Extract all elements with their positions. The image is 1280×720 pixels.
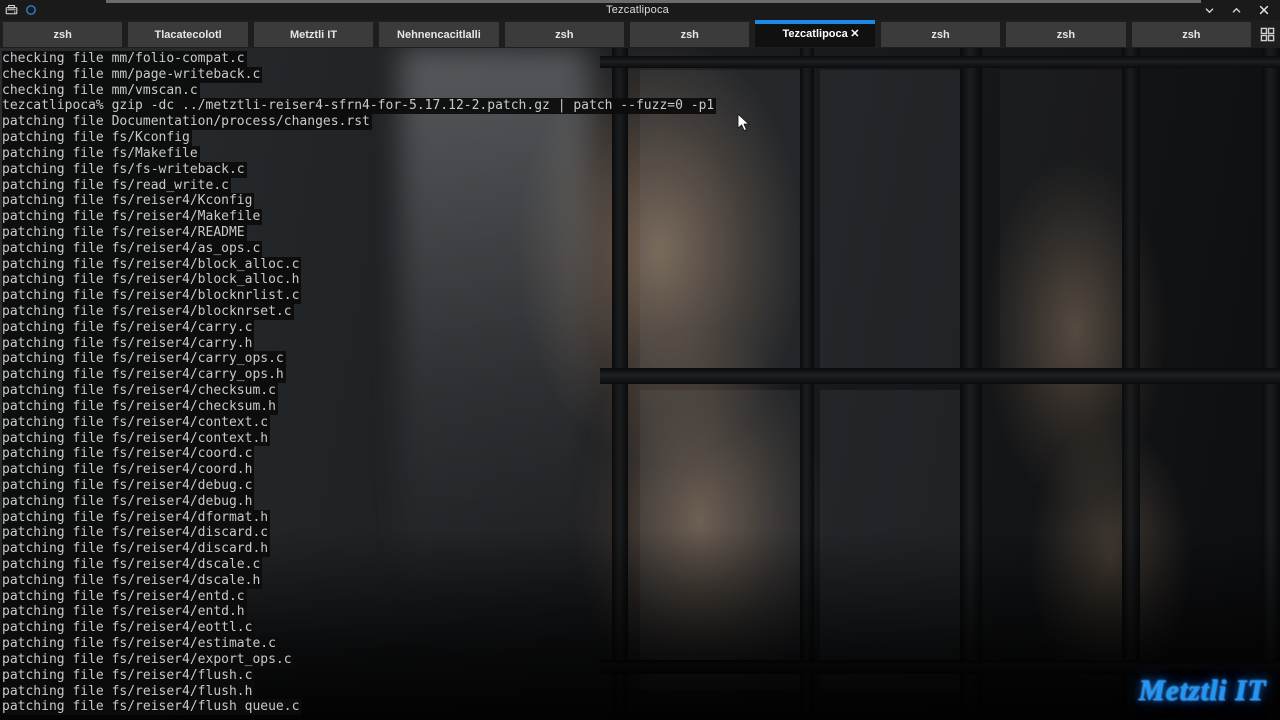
terminal-line: patching file fs/reiser4/discard.h: [2, 541, 271, 557]
terminal-line: patching file fs/reiser4/export_ops.c: [2, 651, 294, 668]
terminal-line: patching file fs/reiser4/entd.h: [2, 604, 247, 621]
tab-tezcatlipoca-6[interactable]: Tezcatlipoca ✕: [755, 20, 875, 47]
terminal-line: patching file Documentation/process/chan…: [2, 114, 372, 131]
terminal-line: patching file fs/reiser4/checksum.h: [2, 398, 278, 415]
tab-zsh-0[interactable]: zsh: [3, 22, 123, 47]
terminal-line: patching file fs/reiser4/dformat.h: [2, 509, 271, 526]
terminal-line: patching file fs/reiser4/Makefile: [2, 209, 263, 225]
terminal-line: checking file mm/vmscan.c: [2, 82, 200, 99]
tab-zsh-9[interactable]: zsh: [1131, 22, 1252, 47]
terminal-line: patching file fs/reiser4/carry_ops.c: [2, 351, 286, 368]
terminal-line: patching file fs/Makefile: [2, 145, 200, 162]
terminal-line: checking file mm/folio-compat.c: [2, 51, 247, 67]
terminal-line: patching file fs/reiser4/carry.c: [2, 319, 255, 336]
terminal-line: patching file fs/reiser4/estimate.c: [2, 636, 278, 652]
tab-zsh-5[interactable]: zsh: [630, 22, 750, 47]
terminal-line: patching file fs/reiser4/dscale.h: [2, 572, 263, 589]
terminal-line: patching file fs/reiser4/discard.c: [2, 525, 271, 542]
tab-close-icon[interactable]: ✕: [849, 28, 861, 40]
window-title: Tezcatlipoca: [606, 4, 669, 16]
tab-label: zsh: [1182, 28, 1201, 41]
terminal-line: checking file mm/page-writeback.c: [2, 66, 263, 83]
terminal-line: patching file fs/reiser4/carry_ops.h: [2, 367, 286, 384]
active-tab-accent: [755, 20, 875, 24]
tab-tlacatecolotl-1[interactable]: Tlacatecolotl: [128, 22, 248, 47]
terminal-line: patching file fs/reiser4/Kconfig: [2, 193, 255, 210]
tab-label: Metztli IT: [289, 28, 338, 41]
terminal-line: patching file fs/read_write.c: [2, 177, 231, 194]
titlebar: Tezcatlipoca: [0, 0, 1280, 20]
terminal-line: tezcatlipoca% gzip -dc ../metztli-reiser…: [2, 98, 717, 115]
tab-bar: zsh Tlacatecolotl Metztli IT Nehnencacitlal…: [0, 20, 1280, 48]
titlebar-left-icons: [0, 4, 155, 17]
tab-metztli-it-2[interactable]: Metztli IT: [253, 22, 374, 47]
terminal-window: Tezcatlipoca zsh Tlacatecolotl Metztli IT N…: [0, 0, 1280, 720]
window-controls: [1120, 4, 1280, 17]
terminal-line: patching file fs/reiser4/eottl.c: [2, 620, 255, 637]
terminal-line: patching file fs/fs-writeback.c: [2, 161, 247, 178]
tab-nehnencacitlalli-3[interactable]: Nehnencacitlalli: [379, 22, 499, 47]
tab-zsh-8[interactable]: zsh: [1006, 22, 1126, 47]
tab-zsh-4[interactable]: zsh: [504, 22, 625, 47]
terminal-line: patching file fs/reiser4/debug.c: [2, 477, 255, 494]
terminal-line: patching file fs/reiser4/blocknrlist.c: [2, 288, 302, 304]
terminal-line: patching file fs/reiser4/debug.h: [2, 493, 255, 510]
terminal-line: patching file fs/reiser4/blocknrset.c: [2, 304, 294, 320]
terminal-line: patching file fs/reiser4/block_alloc.h: [2, 272, 302, 289]
tab-label: Tlacatecolotl: [154, 28, 222, 41]
tab-label: zsh: [53, 28, 72, 41]
terminal-line: patching file fs/reiser4/checksum.c: [2, 383, 278, 399]
tab-label: Tezcatlipoca: [782, 27, 848, 40]
terminal-line: patching file fs/reiser4/flush.c: [2, 667, 255, 684]
terminal-line: patching file fs/reiser4/dscale.c: [2, 557, 263, 573]
terminal-line: patching file fs/reiser4/block_alloc.c: [2, 256, 302, 273]
close-icon[interactable]: [1257, 4, 1270, 17]
tab-zsh-7[interactable]: zsh: [880, 22, 1001, 47]
drive-icon[interactable]: [5, 4, 18, 17]
status-circle-icon[interactable]: [25, 4, 37, 16]
terminal-line: patching file fs/reiser4/coord.c: [2, 446, 255, 463]
terminal-line: patching file fs/reiser4/flush queue.c: [2, 699, 302, 716]
terminal-line: patching file fs/reiser4/README: [2, 224, 247, 241]
terminal-line: patching file fs/reiser4/context.c: [2, 414, 271, 431]
terminal-line: patching file fs/reiser4/context.h: [2, 430, 271, 447]
terminal-line: patching file fs/reiser4/carry.h: [2, 335, 255, 352]
tab-label: zsh: [555, 28, 574, 41]
terminal-line: patching file fs/reiser4/entd.c: [2, 588, 247, 605]
chevron-down-icon[interactable]: [1203, 4, 1216, 17]
terminal-output[interactable]: checking file mm/folio-compat.c checking …: [0, 48, 1280, 720]
terminal-line: patching file fs/reiser4/as_ops.c: [2, 240, 263, 257]
tab-label: zsh: [931, 28, 950, 41]
terminal-line: patching file fs/reiser4/coord.h: [2, 462, 255, 478]
terminal-line: patching file fs/Kconfig: [2, 130, 192, 146]
chevron-up-icon[interactable]: [1230, 4, 1243, 17]
tab-label: zsh: [680, 28, 699, 41]
tab-label: zsh: [1056, 28, 1076, 41]
grid-view-icon[interactable]: [1254, 20, 1280, 48]
tab-label: Nehnencacitlalli: [397, 28, 481, 41]
titlebar-drag-strip[interactable]: [106, 0, 1201, 3]
terminal-line: patching file fs/reiser4/flush.h: [2, 683, 255, 700]
